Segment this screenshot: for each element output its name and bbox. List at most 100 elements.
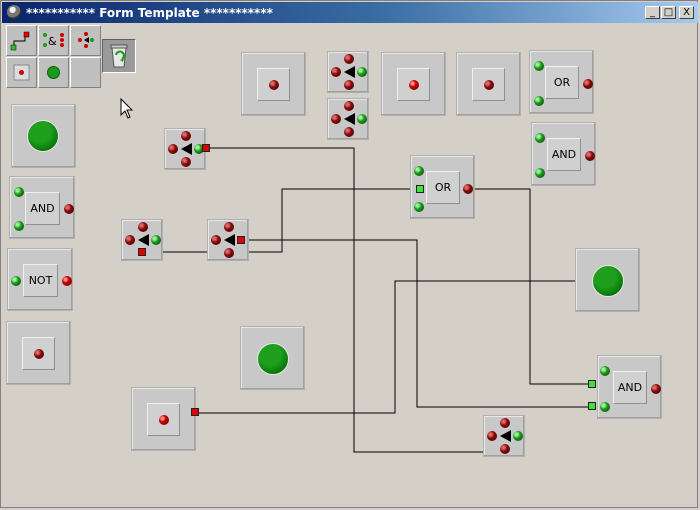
switch-input[interactable] — [241, 52, 306, 116]
output-pin[interactable] — [500, 418, 510, 428]
splitter-tool-button[interactable] — [70, 25, 101, 56]
input-pin[interactable] — [14, 221, 24, 231]
title-bar[interactable]: *********** Form Template *********** _ … — [2, 2, 698, 23]
splitter-arrow-icon — [224, 234, 235, 246]
switch-state — [483, 79, 494, 90]
lamp-on[interactable] — [11, 104, 76, 168]
splitter[interactable] — [164, 128, 206, 170]
wire-port[interactable] — [588, 402, 596, 410]
lamp-on[interactable] — [575, 248, 640, 312]
lamp-tool-icon — [47, 66, 60, 79]
wire-port[interactable] — [191, 408, 199, 416]
input-pin[interactable] — [11, 276, 21, 286]
and-gate[interactable]: AND — [531, 122, 596, 186]
output-pin[interactable] — [583, 79, 593, 89]
input-pin[interactable] — [600, 366, 610, 376]
switch-face — [22, 337, 55, 370]
logic-gate-tool-icon: & — [43, 33, 64, 48]
output-pin[interactable] — [487, 431, 497, 441]
splitter-arrow-icon — [344, 66, 355, 78]
input-pin[interactable] — [414, 166, 424, 176]
input-pin[interactable] — [151, 235, 161, 245]
not-gate[interactable]: NOT — [7, 248, 73, 311]
input-pin[interactable] — [535, 133, 545, 143]
wire — [467, 188, 591, 385]
maximize-button[interactable]: □ — [661, 6, 676, 19]
switch-state — [33, 348, 44, 359]
splitter[interactable] — [327, 98, 369, 140]
input-pin[interactable] — [534, 96, 544, 106]
input-pin[interactable] — [535, 168, 545, 178]
switch-state — [268, 79, 279, 90]
input-pin[interactable] — [414, 202, 424, 212]
output-pin[interactable] — [651, 384, 661, 394]
lamp-light — [257, 343, 289, 375]
app-icon[interactable] — [7, 5, 21, 19]
recycle-bin-icon — [110, 44, 128, 68]
splitter-tool-icon — [78, 32, 94, 48]
switch-input[interactable] — [131, 387, 196, 451]
lamp-light — [27, 120, 59, 152]
gate-label: AND — [613, 371, 647, 404]
and-gate[interactable]: AND — [597, 355, 662, 419]
window-title: *********** Form Template *********** — [26, 6, 273, 20]
empty-tool-slot — [70, 57, 101, 88]
input-tool-button[interactable] — [6, 57, 37, 88]
lamp-light — [592, 265, 624, 297]
switch-input[interactable] — [6, 321, 71, 385]
output-pin[interactable] — [331, 67, 341, 77]
splitter-arrow-icon — [500, 430, 511, 442]
wire-port[interactable] — [138, 248, 146, 256]
output-pin[interactable] — [181, 131, 191, 141]
gate-label: NOT — [23, 264, 58, 297]
input-pin[interactable] — [534, 61, 544, 71]
output-pin[interactable] — [344, 101, 354, 111]
wire-port[interactable] — [588, 380, 596, 388]
or-gate[interactable]: OR — [529, 50, 594, 114]
close-button[interactable]: X — [679, 6, 694, 19]
splitter[interactable] — [483, 415, 525, 457]
splitter-arrow-icon — [138, 234, 149, 246]
output-pin[interactable] — [211, 235, 221, 245]
input-pin[interactable] — [357, 67, 367, 77]
output-pin[interactable] — [62, 276, 72, 286]
output-pin[interactable] — [64, 204, 74, 214]
logic-gate-tool-button[interactable]: & — [38, 25, 69, 56]
switch-face — [257, 68, 290, 101]
output-pin[interactable] — [331, 114, 341, 124]
switch-face — [397, 68, 430, 101]
wire-port[interactable] — [202, 144, 210, 152]
switch-input[interactable] — [381, 52, 446, 116]
input-pin[interactable] — [600, 402, 610, 412]
switch-input[interactable] — [456, 52, 521, 116]
output-pin[interactable] — [224, 222, 234, 232]
output-pin[interactable] — [125, 235, 135, 245]
output-pin[interactable] — [181, 157, 191, 167]
recycle-bin-button[interactable] — [102, 39, 136, 73]
lamp-tool-button[interactable] — [38, 57, 69, 88]
output-pin[interactable] — [463, 184, 473, 194]
output-pin[interactable] — [224, 248, 234, 258]
output-pin[interactable] — [500, 444, 510, 454]
input-pin[interactable] — [513, 431, 523, 441]
minimize-button[interactable]: _ — [645, 6, 660, 19]
output-pin[interactable] — [344, 127, 354, 137]
input-pin[interactable] — [357, 114, 367, 124]
output-pin[interactable] — [168, 144, 178, 154]
lamp-on[interactable] — [240, 326, 305, 390]
and-gate[interactable]: AND — [9, 176, 75, 239]
switch-state — [408, 79, 419, 90]
output-pin[interactable] — [138, 222, 148, 232]
input-pin[interactable] — [14, 187, 24, 197]
switch-face — [472, 68, 505, 101]
wire-tool-button[interactable] — [6, 25, 37, 56]
output-pin[interactable] — [344, 54, 354, 64]
splitter[interactable] — [327, 51, 369, 93]
output-pin[interactable] — [344, 80, 354, 90]
gate-label: OR — [426, 171, 460, 204]
wire-port[interactable] — [416, 185, 424, 193]
splitter-arrow-icon — [181, 143, 192, 155]
wire-port[interactable] — [237, 236, 245, 244]
output-pin[interactable] — [585, 151, 595, 161]
circuit-canvas[interactable]: & AND NOT OR AND OR AND — [2, 23, 698, 508]
